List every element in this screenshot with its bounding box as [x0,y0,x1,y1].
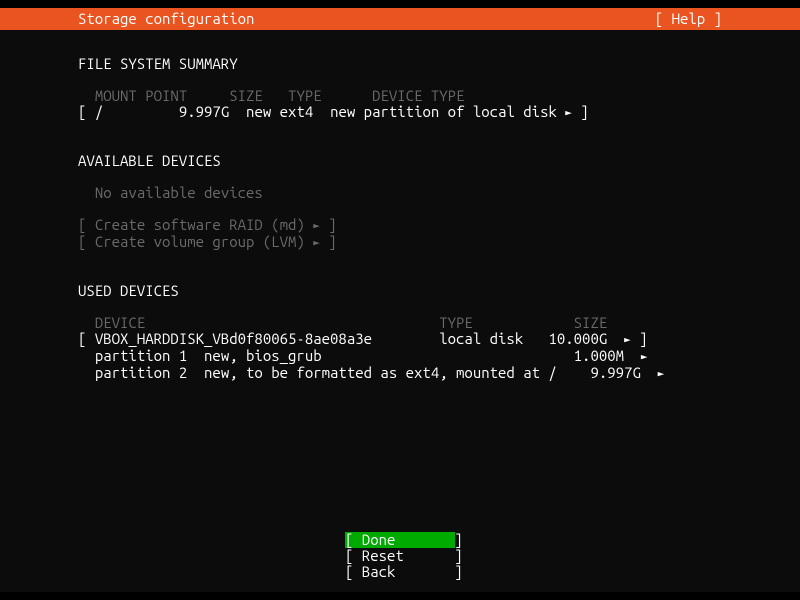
fs-summary-columns: MOUNT POINT SIZE TYPE DEVICE TYPE [78,88,722,104]
fs-size: 9.997G [179,103,229,120]
partition-label: partition 2 [95,364,187,381]
fs-summary-row[interactable]: [ / 9.997G new ext4 new partition of loc… [78,104,722,121]
partition-desc: new, to be formatted as ext4, mounted at… [204,364,557,381]
col-size: SIZE [574,314,608,331]
back-button[interactable]: [ Back ] [345,564,455,580]
partition-desc: new, bios_grub [204,347,322,364]
col-size: SIZE [229,87,263,104]
create-raid-button[interactable]: [ Create software RAID (md) ► ] [78,217,722,234]
done-button[interactable]: [ Done ] [345,532,455,548]
fs-mount-point: / [95,103,103,120]
bracket-open: [ [78,103,95,120]
create-lvm-label: Create volume group (LVM) [95,233,305,250]
col-mount-point: MOUNT POINT [95,87,187,104]
col-device: DEVICE [95,314,145,331]
help-button[interactable]: [ Help ] [655,11,722,27]
back-label: Back [362,563,396,580]
partition-label: partition 1 [95,347,187,364]
page-title: Storage configuration [78,11,254,27]
action-buttons: [ Done ] [ Reset ] [ Back ] [0,532,800,580]
partition-row[interactable]: partition 2 new, to be formatted as ext4… [78,365,722,382]
available-devices-header: AVAILABLE DEVICES [78,153,722,169]
used-devices-columns: DEVICE TYPE SIZE [78,315,722,331]
col-device-type: DEVICE TYPE [372,87,464,104]
create-lvm-button[interactable]: [ Create volume group (LVM) ► ] [78,234,722,251]
partition-size: 1.000M [574,347,624,364]
chevron-right-icon: ► [641,351,648,363]
done-label: Done [362,531,396,548]
chevron-right-icon: ► [313,237,320,249]
chevron-right-icon: ► [565,107,572,119]
reset-button[interactable]: [ Reset ] [345,548,455,564]
titlebar: Storage configuration [ Help ] [0,8,800,30]
disk-type: local disk [439,330,523,347]
main-content: FILE SYSTEM SUMMARY MOUNT POINT SIZE TYP… [78,56,722,382]
create-raid-label: Create software RAID (md) [95,216,305,233]
fs-type: new ext4 [246,103,313,120]
used-disk-row[interactable]: [ VBOX_HARDDISK_VBd0f80065-8ae08a3e loca… [78,331,722,348]
file-system-summary-header: FILE SYSTEM SUMMARY [78,56,722,72]
reset-label: Reset [362,547,404,564]
bracket-close: ] [572,103,589,120]
partition-row[interactable]: partition 1 new, bios_grub 1.000M ► [78,348,722,365]
disk-size: 10.000G [548,330,607,347]
fs-device-type: new partition of local disk [330,103,557,120]
chevron-right-icon: ► [624,334,631,346]
used-devices-header: USED DEVICES [78,283,722,299]
no-available-devices: No available devices [78,185,722,201]
col-type: TYPE [439,314,473,331]
chevron-right-icon: ► [313,220,320,232]
no-available-devices-label: No available devices [95,184,263,201]
chevron-right-icon: ► [658,368,665,380]
col-type: TYPE [288,87,322,104]
partition-size: 9.997G [590,364,640,381]
disk-name: VBOX_HARDDISK_VBd0f80065-8ae08a3e [95,330,372,347]
